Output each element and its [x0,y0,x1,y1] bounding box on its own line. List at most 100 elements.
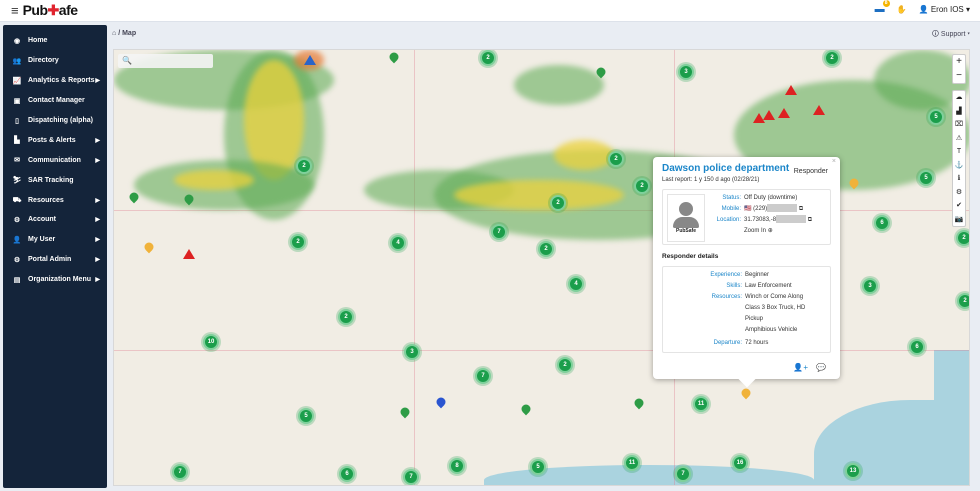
copy-icon[interactable]: ⧉ [799,206,803,212]
cluster-marker[interactable]: 4 [568,276,584,292]
cluster-marker[interactable]: 2 [608,151,624,167]
info-icon[interactable]: ℹ [953,172,965,186]
alert-warning-icon[interactable] [304,55,316,65]
cluster-marker[interactable]: 6 [909,339,925,355]
support-menu[interactable]: 🛈 Support ▾ [932,30,970,41]
sidebar-item-contact-manager[interactable]: ▣ Contact Manager [3,91,107,111]
selected-resource-pin[interactable] [739,386,753,400]
cluster-marker[interactable]: 11 [624,455,640,471]
sidebar-item-analytics-reports[interactable]: 📈 Analytics & Reports ▶ [3,71,107,91]
cluster-marker[interactable]: 2 [550,195,566,211]
experience-value: Beginner [745,272,770,278]
sidebar-item-portal-admin[interactable]: ⚙ Portal Admin ▶ [3,250,107,270]
popup-role: Responder [793,168,828,175]
pubsafe-logo[interactable]: Pub✚afe [23,2,78,19]
notifications-icon[interactable]: ▬ 8 [875,0,890,15]
cluster-marker[interactable]: 2 [824,50,840,66]
cluster-marker[interactable]: 5 [298,408,314,424]
sidebar-item-label: Analytics & Reports [28,77,95,85]
cluster-marker[interactable]: 16 [732,455,748,471]
copy-icon[interactable]: ⧉ [808,217,812,223]
cluster-marker[interactable]: 5 [918,170,934,186]
cluster-marker[interactable]: 2 [338,309,354,325]
avatar-logo: PubSafe [675,228,696,234]
user-menu[interactable]: 👤 Eron IOS ▾ [919,5,970,14]
alert-warning-icon[interactable] [813,105,825,115]
warning-icon[interactable]: ⚠ [953,132,965,146]
hand-icon[interactable]: ✋ [897,5,907,14]
anchor-icon[interactable]: ⚓ [953,159,965,173]
filter-icon[interactable]: T [953,145,965,159]
sidebar-item-label: Contact Manager [28,97,85,105]
menu-toggle-icon[interactable]: ≡ [11,3,19,18]
map[interactable]: 2 3 2 5 2 2 2 2 7 4 2 2 4 2 10 3 2 7 11 5 7 6 7 8 5 11 7 16 13 6 3 6 2 2 5… [113,49,970,486]
home-icon[interactable]: ⌂ [112,30,116,37]
zoom-in-button[interactable]: + [953,55,965,69]
zoom-out-button[interactable]: − [953,69,965,83]
chat-icon[interactable]: 💬 [816,363,826,372]
sidebar-item-organization-menu[interactable]: ▤ Organization Menu ▶ [3,270,107,290]
sidebar-item-resources[interactable]: ⛟ Resources ▶ [3,190,107,210]
zoom-in-link[interactable]: Zoom In ⊕ [744,226,773,237]
cluster-marker[interactable]: 2 [538,241,554,257]
add-user-icon[interactable]: 👤+ [793,363,808,372]
sidebar-item-label: Organization Menu [28,276,91,284]
cluster-marker[interactable]: 4 [390,235,406,251]
responder-pin[interactable] [519,402,533,416]
cluster-marker[interactable]: 2 [480,50,496,66]
close-icon[interactable]: × [832,158,836,165]
cluster-marker[interactable]: 6 [874,215,890,231]
sidebar-item-directory[interactable]: 👥 Directory [3,51,107,71]
cluster-marker[interactable]: 11 [693,396,709,412]
responder-pin[interactable] [632,396,646,410]
gear-icon[interactable]: ⚙ [953,186,965,200]
alert-warning-icon[interactable] [183,249,195,259]
sidebar-item-label: Portal Admin [28,256,72,264]
cluster-marker[interactable]: 6 [339,466,355,482]
map-icon[interactable]: ⌧ [953,118,965,132]
checkmark-icon[interactable]: ✔ [953,199,965,213]
cluster-marker[interactable]: 2 [956,230,969,246]
cluster-marker[interactable]: 3 [404,344,420,360]
cluster-marker[interactable]: 7 [403,469,419,485]
resource-pin[interactable] [142,240,156,254]
cluster-marker[interactable]: 7 [172,464,188,480]
cluster-marker[interactable]: 7 [675,466,691,482]
cluster-marker[interactable]: 10 [203,334,219,350]
selected-location-pin[interactable] [434,395,448,409]
address-book-icon: ▣ [13,97,21,105]
cluster-marker[interactable]: 7 [491,224,507,240]
sidebar-item-label: Communication [28,156,81,164]
weather-cloud-icon[interactable]: ☁ [953,91,965,105]
cluster-marker[interactable]: 8 [449,458,465,474]
sidebar-item-dispatching-alpha-[interactable]: ▯ Dispatching (alpha) [3,111,107,131]
cluster-marker[interactable]: 3 [862,278,878,294]
sidebar-item-posts-alerts[interactable]: ▙ Posts & Alerts ▶ [3,130,107,150]
sidebar-item-account[interactable]: ⚙ Account ▶ [3,210,107,230]
cluster-marker[interactable]: 5 [928,109,944,125]
cluster-marker[interactable]: 2 [296,158,312,174]
cluster-marker[interactable]: 3 [678,64,694,80]
responder-pin[interactable] [387,50,401,64]
logo-text-1: Pub [22,2,48,18]
cluster-marker[interactable]: 2 [290,234,306,250]
cluster-marker[interactable]: 2 [957,293,969,309]
alert-warning-icon[interactable] [785,85,797,95]
sidebar-item-label: My User [28,236,56,244]
sidebar-item-my-user[interactable]: 👤 My User ▶ [3,230,107,250]
alert-warning-icon[interactable] [763,110,775,120]
cluster-marker[interactable]: 7 [475,368,491,384]
camera-icon[interactable]: 📷 [953,213,965,227]
cluster-marker[interactable]: 13 [845,463,861,479]
cluster-marker[interactable]: 2 [634,178,650,194]
cluster-marker[interactable]: 5 [530,459,546,475]
responder-popup: × Dawson police department Responder Las… [653,157,840,388]
alert-warning-icon[interactable] [778,108,790,118]
responder-pin[interactable] [398,405,412,419]
cluster-marker[interactable]: 2 [557,357,573,373]
map-search-input[interactable]: 🔍 [118,54,213,68]
sidebar-item-home[interactable]: ◉ Home [3,31,107,51]
buildings-icon[interactable]: ▟ [953,105,965,119]
sidebar-item-communication[interactable]: ✉ Communication ▶ [3,150,107,170]
sidebar-item-sar-tracking[interactable]: ⛷ SAR Tracking [3,170,107,190]
